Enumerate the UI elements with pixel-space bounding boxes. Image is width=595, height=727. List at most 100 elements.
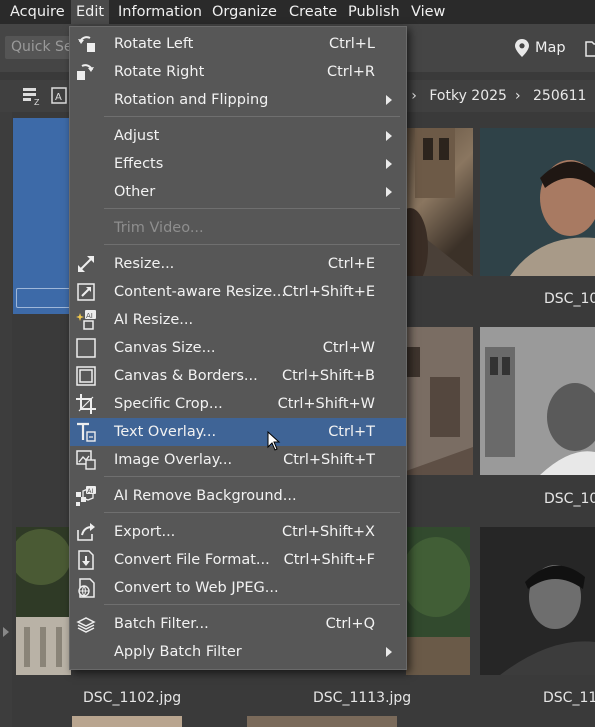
submenu-arrow-icon [386, 187, 392, 197]
text-overlay-icon [77, 422, 96, 442]
menu-item-shortcut: Ctrl+Q [325, 616, 375, 632]
map-button[interactable]: Map [515, 36, 566, 60]
menu-item-ai-resize[interactable]: AI AI Resize... [70, 306, 406, 334]
export-icon [77, 523, 95, 541]
menu-view[interactable]: View [406, 0, 450, 24]
menu-item-rotate-right[interactable]: Rotate Right Ctrl+R [70, 58, 406, 86]
svg-text:Z: Z [34, 98, 40, 106]
menu-item-specific-crop[interactable]: Specific Crop... Ctrl+Shift+W [70, 390, 406, 418]
crop-icon [76, 394, 96, 414]
breadcrumb: y› Fotky 2025› 250611 [395, 80, 594, 112]
menu-item-label: Effects [114, 156, 164, 172]
photo-thumbnail[interactable] [72, 716, 182, 727]
photo-thumbnail[interactable] [247, 716, 397, 727]
menu-item-convert-web-jpeg[interactable]: Convert to Web JPEG... [70, 574, 406, 602]
menu-item-shortcut: Ctrl+Shift+F [283, 552, 375, 568]
menu-bar: Acquire Edit Information Organize Create… [0, 0, 595, 24]
menu-separator [104, 116, 400, 117]
map-pin-icon [515, 39, 529, 57]
menu-edit[interactable]: Edit [71, 0, 110, 24]
canvas-borders-icon [76, 366, 96, 386]
menu-item-apply-batch-filter[interactable]: Apply Batch Filter [70, 638, 406, 666]
content-aware-resize-icon [77, 283, 95, 301]
menu-item-adjust[interactable]: Adjust [70, 122, 406, 150]
sort-name-icon[interactable]: A [50, 86, 70, 106]
menu-item-rotation-flipping[interactable]: Rotation and Flipping [70, 86, 406, 114]
menu-item-label: Other [114, 184, 156, 200]
map-label: Map [535, 40, 566, 56]
edit-dropdown-menu: Rotate Left Ctrl+L Rotate Right Ctrl+R R… [69, 26, 407, 670]
menu-publish[interactable]: Publish [343, 0, 405, 24]
menu-item-label: Rotate Left [114, 36, 194, 52]
menu-item-label: Convert to Web JPEG... [114, 580, 279, 596]
menu-item-label: Specific Crop... [114, 396, 223, 412]
breadcrumb-separator: › [514, 88, 521, 104]
menu-item-image-overlay[interactable]: Image Overlay... Ctrl+Shift+T [70, 446, 406, 474]
menu-separator [104, 208, 400, 209]
menu-separator [104, 244, 400, 245]
left-panel[interactable] [0, 112, 12, 727]
menu-create[interactable]: Create [284, 0, 342, 24]
menu-item-label: Export... [114, 524, 176, 540]
menu-item-label: AI Resize... [114, 312, 194, 328]
menu-item-shortcut: Ctrl+Shift+X [282, 524, 375, 540]
menu-separator [104, 604, 400, 605]
selected-thumbnail[interactable] [13, 118, 75, 314]
folder-icon[interactable] [585, 40, 595, 58]
menu-item-canvas-borders[interactable]: Canvas & Borders... Ctrl+Shift+B [70, 362, 406, 390]
menu-organize[interactable]: Organize [207, 0, 282, 24]
thumbnail-caption: DSC_11 [543, 690, 595, 706]
photo-thumbnail[interactable] [480, 128, 595, 276]
menu-item-shortcut: Ctrl+W [322, 340, 375, 356]
menu-item-label: Rotation and Flipping [114, 92, 269, 108]
menu-item-effects[interactable]: Effects [70, 150, 406, 178]
submenu-arrow-icon [386, 131, 392, 141]
menu-item-rotate-left[interactable]: Rotate Left Ctrl+L [70, 30, 406, 58]
thumbnail-caption: DSC_1113.jpg [313, 690, 412, 706]
menu-item-content-aware-resize[interactable]: Content-aware Resize... Ctrl+Shift+E [70, 278, 406, 306]
batch-filter-icon [76, 617, 96, 633]
rename-field[interactable] [16, 288, 74, 308]
menu-item-batch-filter[interactable]: Batch Filter... Ctrl+Q [70, 610, 406, 638]
menu-item-canvas-size[interactable]: Canvas Size... Ctrl+W [70, 334, 406, 362]
menu-separator [104, 476, 400, 477]
menu-item-convert-file-format[interactable]: Convert File Format... Ctrl+Shift+F [70, 546, 406, 574]
menu-item-shortcut: Ctrl+Shift+W [277, 396, 375, 412]
menu-item-label: Convert File Format... [114, 552, 270, 568]
menu-item-label: Adjust [114, 128, 160, 144]
menu-item-other[interactable]: Other [70, 178, 406, 206]
thumbnail-caption: DSC_10 [544, 291, 595, 307]
submenu-arrow-icon [386, 159, 392, 169]
menu-item-shortcut: Ctrl+L [328, 36, 375, 52]
photo-thumbnail[interactable] [480, 527, 595, 675]
menu-item-trim-video: Trim Video... [70, 214, 406, 242]
menu-item-ai-remove-background[interactable]: AI AI Remove Background... [70, 482, 406, 510]
menu-item-export[interactable]: Export... Ctrl+Shift+X [70, 518, 406, 546]
menu-acquire[interactable]: Acquire [5, 0, 70, 24]
photo-thumbnail[interactable] [406, 527, 470, 675]
menu-item-label: Rotate Right [114, 64, 205, 80]
resize-icon [78, 256, 94, 272]
svg-text:AI: AI [87, 487, 93, 495]
menu-item-resize[interactable]: Resize... Ctrl+E [70, 250, 406, 278]
expand-arrow-icon[interactable] [3, 627, 9, 637]
menu-item-label: Image Overlay... [114, 452, 233, 468]
convert-format-icon [78, 550, 94, 570]
menu-item-label: Canvas & Borders... [114, 368, 258, 384]
menu-item-text-overlay[interactable]: Text Overlay... Ctrl+T [70, 418, 406, 446]
menu-separator [104, 512, 400, 513]
menu-item-label: Resize... [114, 256, 175, 272]
web-jpeg-icon [78, 578, 95, 598]
photo-thumbnail[interactable] [480, 327, 595, 475]
breadcrumb-item[interactable]: 250611 [533, 88, 586, 104]
breadcrumb-separator: › [411, 88, 417, 104]
menu-information[interactable]: Information [113, 0, 207, 24]
rotate-right-icon [77, 64, 94, 80]
breadcrumb-item[interactable]: Fotky 2025 [429, 88, 507, 104]
photo-thumbnail[interactable] [16, 527, 71, 675]
thumbnail-caption: DSC_10 [544, 491, 595, 507]
menu-item-label: Batch Filter... [114, 616, 209, 632]
rotate-left-icon [78, 36, 95, 52]
sort-az-icon[interactable]: Z [22, 86, 42, 106]
svg-text:A: A [55, 92, 62, 103]
